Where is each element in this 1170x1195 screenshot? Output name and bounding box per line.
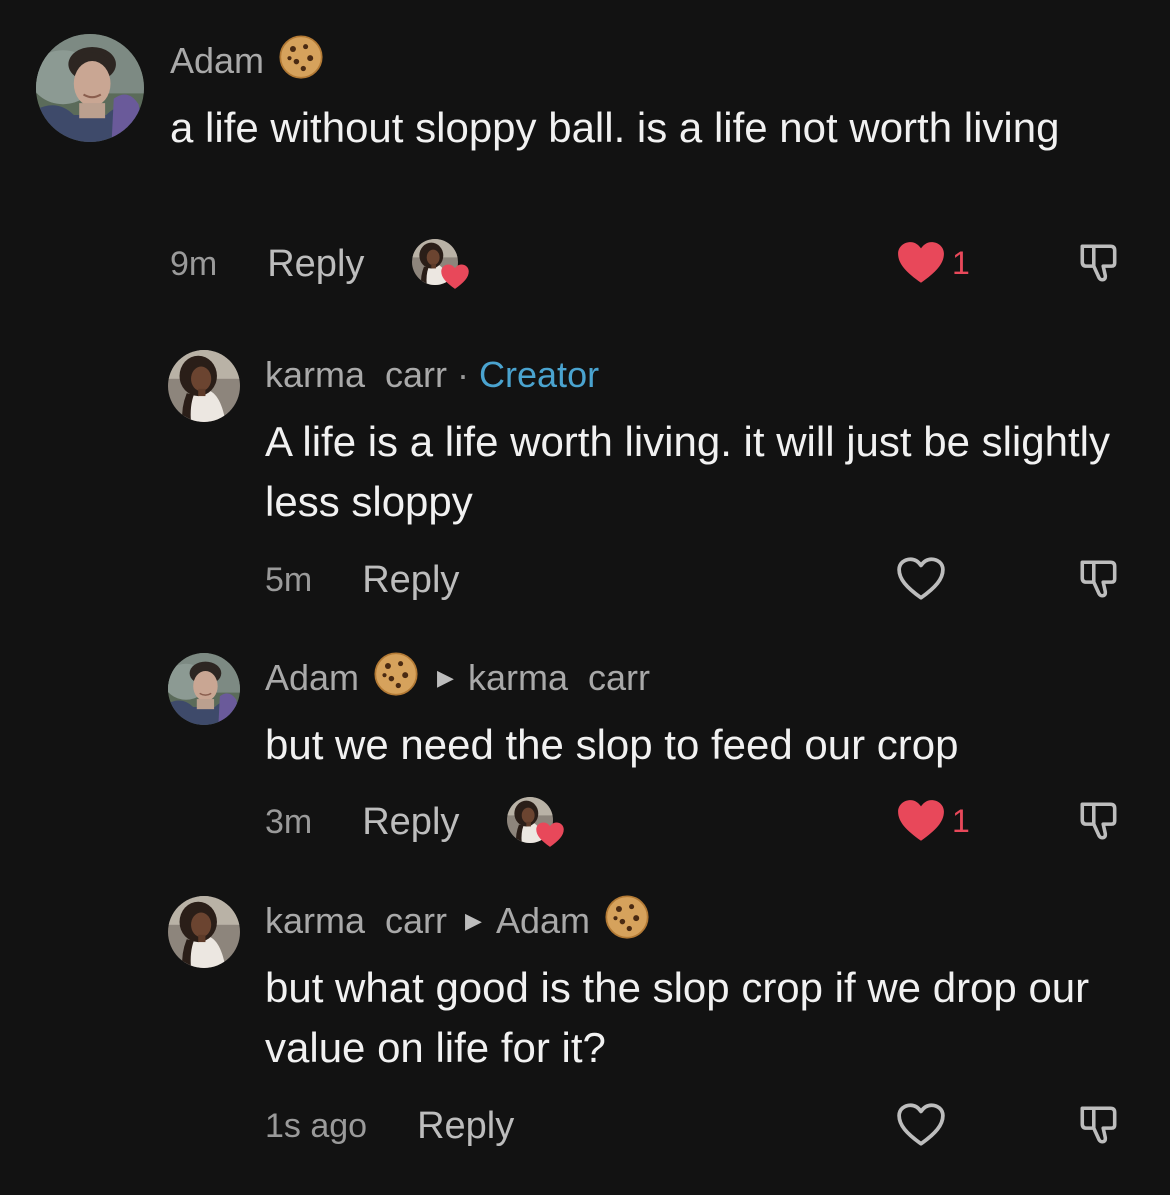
comment-header: Adam ▶ karma carr (265, 655, 650, 701)
comment-header: Adam (170, 38, 324, 84)
like-count: 1 (952, 244, 970, 281)
avatar[interactable] (168, 653, 240, 725)
comment-author[interactable]: karma carr (265, 354, 447, 396)
avatar[interactable] (168, 350, 240, 422)
heart-icon (896, 556, 946, 602)
separator: · (457, 354, 470, 395)
comment-header: karma carr ▶ Adam (265, 898, 650, 944)
comment-time: 1s ago (265, 1106, 368, 1145)
creator-liked-badge (507, 797, 557, 847)
thumb-down-icon (1076, 556, 1122, 602)
comment-meta: 3m Reply (265, 796, 557, 848)
comment-meta: 1s ago Reply (265, 1100, 514, 1152)
like-count: 1 (952, 802, 970, 839)
comment-text: but what good is the slop crop if we dro… (265, 964, 1090, 1071)
comment-time: 3m (265, 802, 313, 841)
reply-arrow-icon: ▶ (437, 665, 454, 690)
comment-time: 5m (265, 560, 313, 599)
heart-icon (896, 1102, 946, 1148)
comment-author[interactable]: Adam (170, 40, 264, 82)
cookie-icon (373, 651, 419, 706)
comment-author[interactable]: Adam (265, 657, 359, 699)
dislike-button[interactable] (1076, 240, 1122, 291)
cookie-icon (604, 894, 650, 949)
dislike-button[interactable] (1076, 1102, 1122, 1153)
comment-text: a life without sloppy ball. is a life no… (170, 104, 1060, 151)
reply-to-user[interactable]: Adam (496, 900, 590, 942)
reply-button[interactable]: Reply (362, 801, 459, 844)
comment-meta: 5m Reply (265, 554, 459, 606)
reply-button[interactable]: Reply (362, 559, 459, 602)
reply-to-user[interactable]: karma carr (468, 657, 650, 699)
comment-meta: 9m Reply (170, 238, 462, 290)
heart-icon (535, 821, 565, 849)
avatar[interactable] (168, 896, 240, 968)
dislike-button[interactable] (1076, 556, 1122, 607)
reply-arrow-icon: ▶ (465, 908, 482, 933)
reply-button[interactable]: Reply (417, 1105, 514, 1148)
thumb-down-icon (1076, 1102, 1122, 1148)
like-button[interactable]: 1 (896, 798, 970, 844)
heart-filled-icon (896, 798, 946, 844)
avatar[interactable] (36, 34, 144, 142)
reply-button[interactable]: Reply (267, 243, 364, 286)
thumb-down-icon (1076, 798, 1122, 844)
like-button[interactable] (896, 1102, 952, 1148)
comment-header: karma carr · Creator (265, 352, 599, 398)
heart-icon (440, 263, 470, 291)
comment-time: 9m (170, 244, 218, 283)
cookie-icon (278, 34, 324, 89)
comment-text: A life is a life worth living. it will j… (265, 418, 1110, 525)
like-button[interactable]: 1 (896, 240, 970, 286)
thumb-down-icon (1076, 240, 1122, 286)
comment-text: but we need the slop to feed our crop (265, 721, 959, 768)
heart-filled-icon (896, 240, 946, 286)
comment-author[interactable]: karma carr (265, 900, 447, 942)
dislike-button[interactable] (1076, 798, 1122, 849)
like-button[interactable] (896, 556, 952, 602)
creator-liked-badge (412, 239, 462, 289)
creator-badge: Creator (479, 354, 600, 395)
